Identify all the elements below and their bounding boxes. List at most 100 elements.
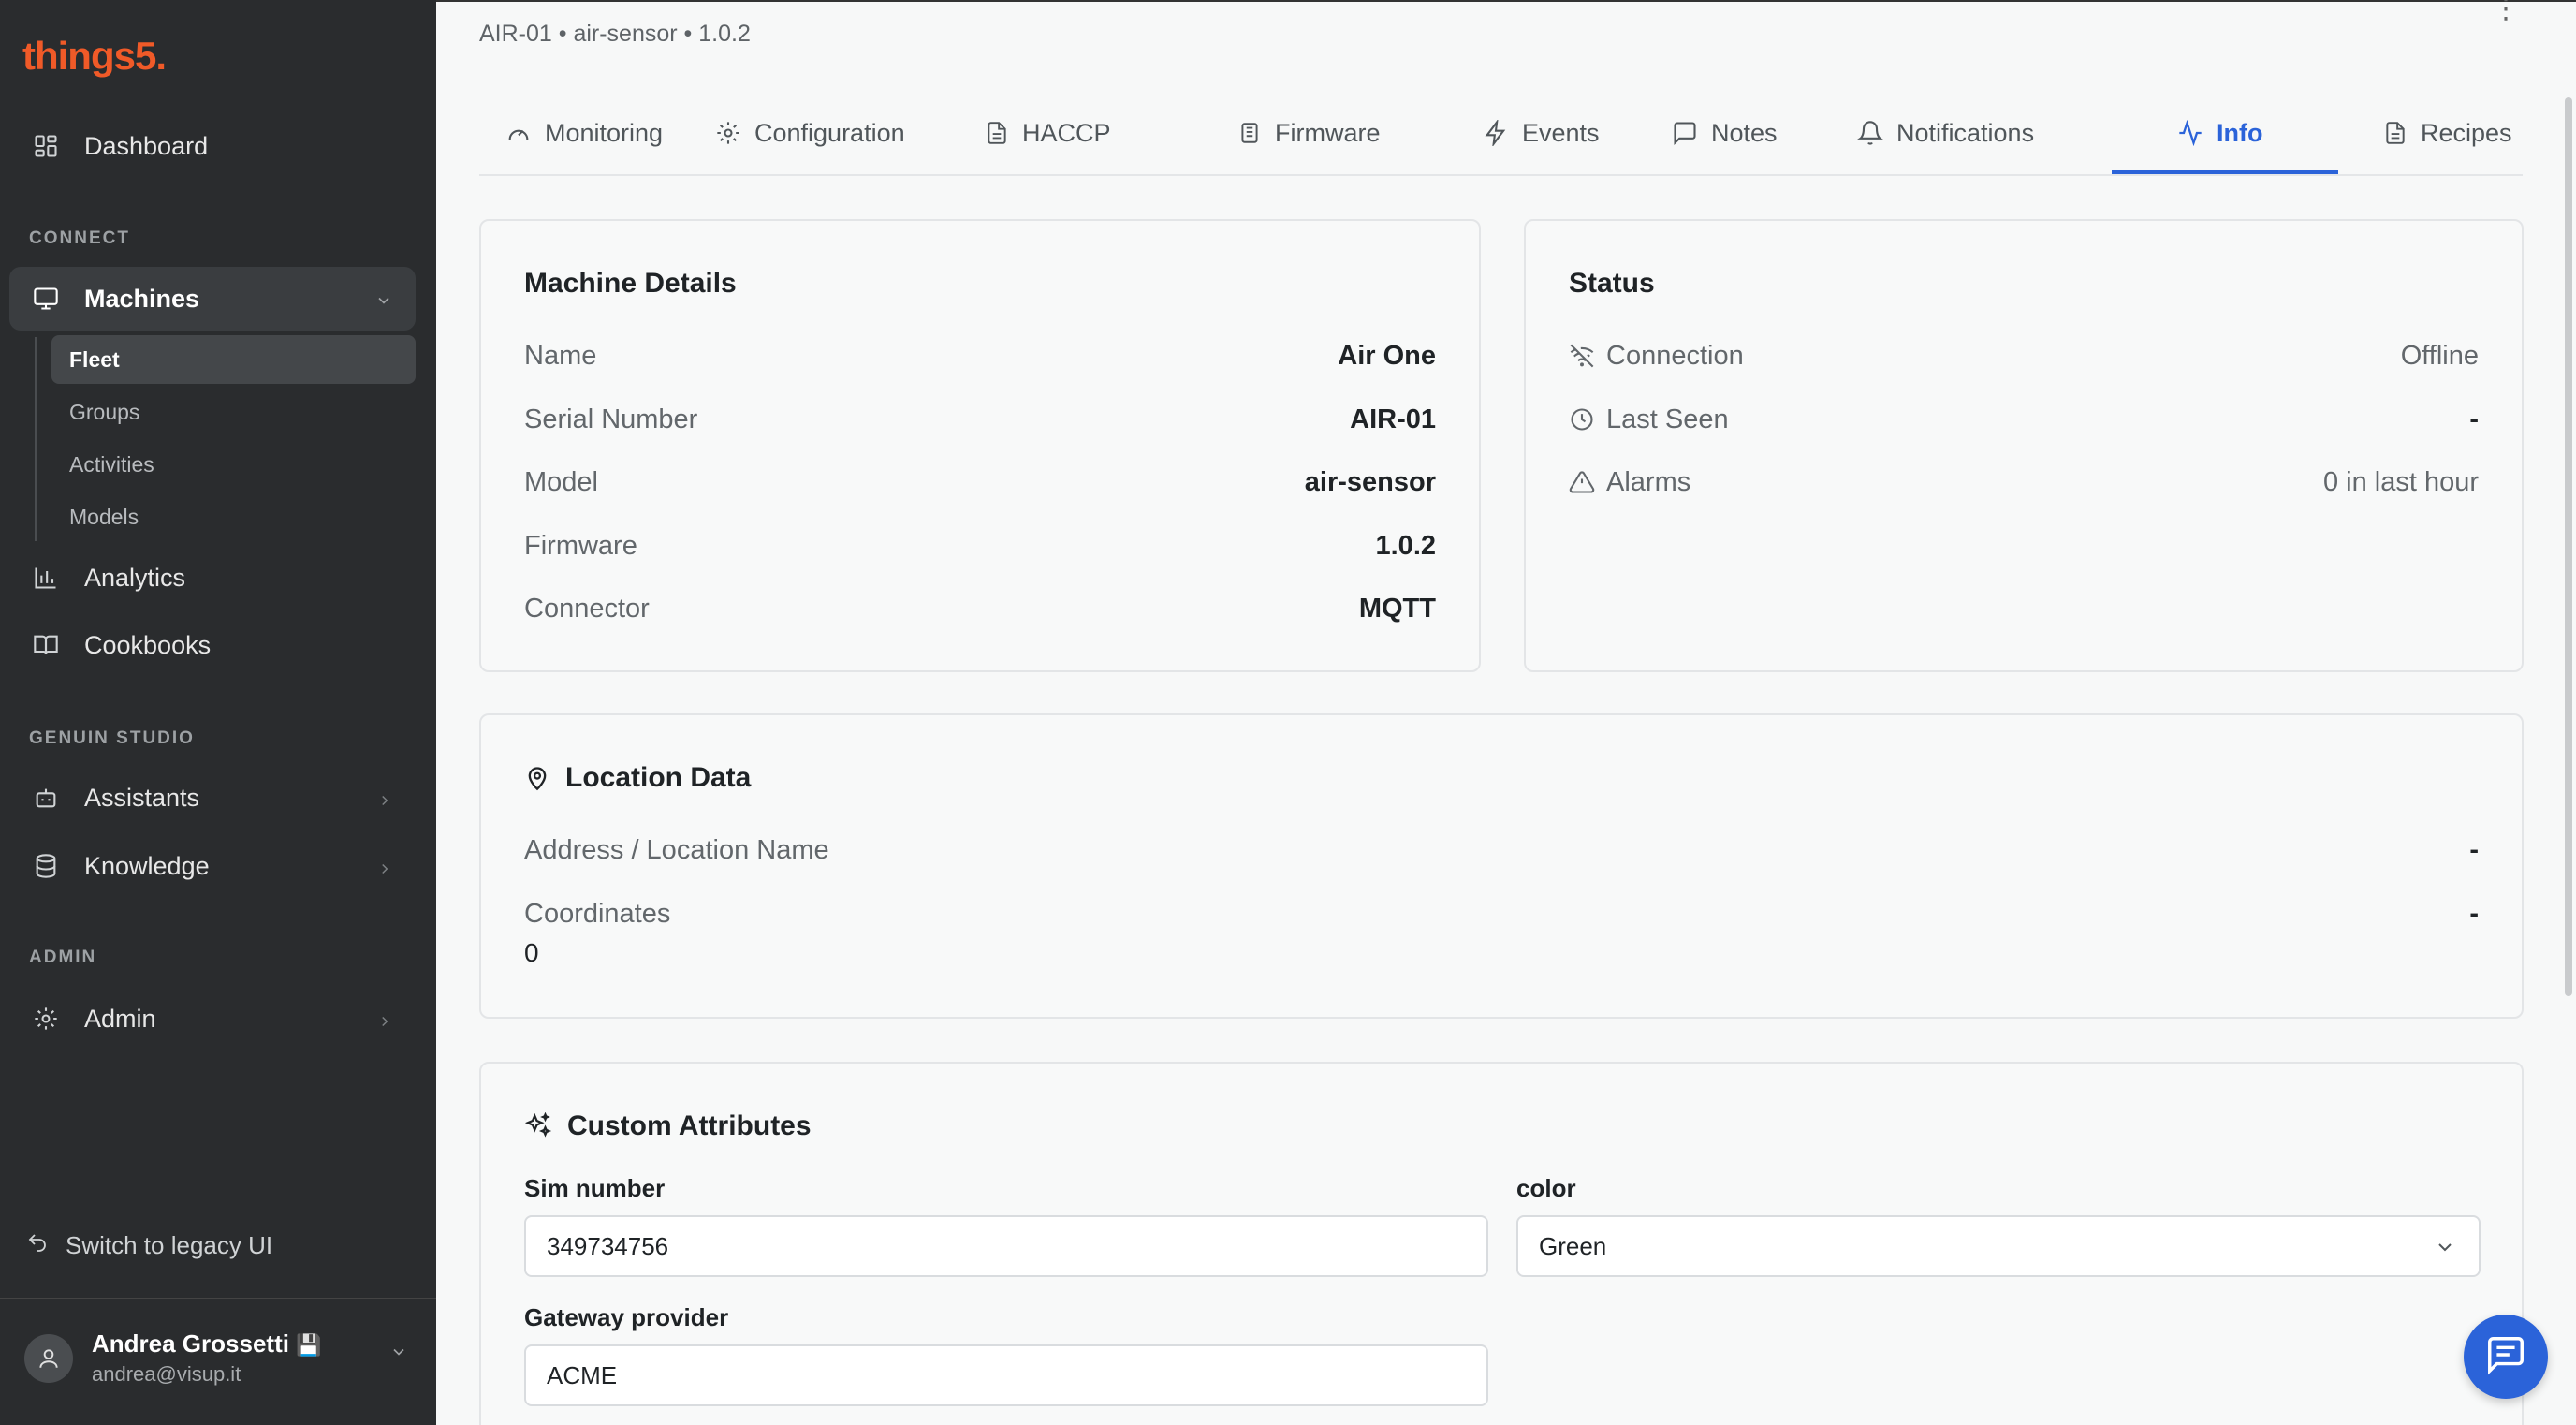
tab-recipes[interactable]: Recipes [2383, 114, 2512, 152]
detail-row-name: Name Air One [524, 340, 1436, 371]
sidebar-subitem-models[interactable]: Models [51, 492, 416, 541]
gateway-provider-label: Gateway provider [524, 1303, 729, 1331]
detail-row-connector: Connector MQTT [524, 593, 1436, 624]
section-label-admin: ADMIN [29, 948, 97, 967]
color-select-value: Green [1539, 1231, 1607, 1260]
tab-label: Events [1522, 118, 1600, 147]
sidebar-subitem-activities[interactable]: Activities [51, 440, 416, 489]
map-pin-icon [524, 765, 550, 791]
gateway-provider-input[interactable]: ACME [524, 1344, 1488, 1406]
bot-icon [30, 782, 62, 814]
sidebar-item-label: Cookbooks [84, 630, 212, 659]
user-email: andrea@visup.it [92, 1362, 242, 1386]
tab-label: Notes [1711, 118, 1778, 147]
monitor-icon [30, 283, 62, 315]
undo-icon [26, 1231, 49, 1260]
card-title: Location Data [524, 762, 751, 794]
sidebar-item-label: Analytics [84, 563, 186, 592]
tab-label: Recipes [2421, 118, 2512, 147]
detail-row-serial: Serial Number AIR-01 [524, 404, 1436, 434]
status-row-connection: Connection Offline [1569, 337, 2479, 375]
bar-chart-icon [30, 562, 62, 594]
chevron-down-icon [2434, 1236, 2456, 1265]
activity-icon [2177, 120, 2203, 146]
tab-configuration[interactable]: Configuration [715, 114, 905, 152]
scrollbar[interactable] [2565, 97, 2572, 996]
gear-icon [30, 1003, 62, 1035]
status-card: Status Connection Offline Last Seen - Al… [1524, 219, 2524, 672]
tab-label: Firmware [1275, 118, 1381, 147]
alert-triangle-icon [1569, 469, 1595, 495]
user-badge: 💾 [296, 1333, 322, 1357]
sidebar: things5. Dashboard CONNECT Machines Flee… [0, 0, 436, 1425]
sidebar-item-knowledge[interactable]: Knowledge [9, 834, 416, 898]
tab-notes[interactable]: Notes [1672, 114, 1778, 152]
legacy-label: Switch to legacy UI [66, 1231, 273, 1259]
sidebar-subitem-fleet[interactable]: Fleet [51, 335, 416, 384]
user-name: Andrea Grossetti 💾 [92, 1330, 322, 1358]
message-square-icon [1672, 120, 1698, 146]
sidebar-item-label: Machines [84, 284, 200, 313]
more-options-icon[interactable]: ⋮ [2492, 0, 2520, 25]
clock-icon [1569, 406, 1595, 433]
bell-icon [1857, 120, 1883, 146]
chevron-right-icon [376, 786, 393, 815]
status-row-last-seen: Last Seen - [1569, 401, 2479, 438]
active-tab-indicator [2112, 170, 2338, 174]
sparkles-icon [524, 1112, 552, 1140]
sidebar-subitem-groups[interactable]: Groups [51, 388, 416, 436]
card-title: Custom Attributes [524, 1110, 812, 1142]
color-select[interactable]: Green [1516, 1215, 2481, 1277]
tab-firmware[interactable]: Firmware [1237, 114, 1381, 152]
card-title: Status [1569, 268, 1655, 299]
book-icon [30, 629, 62, 661]
sidebar-item-machines[interactable]: Machines [9, 267, 416, 331]
zap-icon [1483, 120, 1509, 146]
sidebar-item-label: Knowledge [84, 851, 210, 880]
chat-icon [2484, 1333, 2527, 1381]
gear-icon [715, 120, 741, 146]
file-text-icon [985, 120, 1009, 146]
sim-number-input[interactable]: 349734756 [524, 1215, 1488, 1277]
user-menu[interactable]: Andrea Grossetti 💾 andrea@visup.it [24, 1330, 408, 1387]
tab-notifications[interactable]: Notifications [1857, 114, 2034, 152]
database-icon [30, 850, 62, 882]
coordinates-extra: 0 [524, 938, 539, 967]
detail-row-model: Model air-sensor [524, 466, 1436, 497]
sidebar-item-analytics[interactable]: Analytics [9, 546, 416, 610]
sidebar-item-assistants[interactable]: Assistants [9, 766, 416, 830]
color-label: color [1516, 1174, 1576, 1202]
sidebar-item-label: Dashboard [84, 131, 209, 160]
switch-legacy-ui-link[interactable]: Switch to legacy UI [26, 1231, 272, 1260]
sim-number-label: Sim number [524, 1174, 666, 1202]
wifi-off-icon [1569, 343, 1595, 369]
sidebar-item-admin[interactable]: Admin [9, 987, 416, 1050]
sidebar-item-label: Assistants [84, 783, 200, 812]
detail-row-firmware: Firmware 1.0.2 [524, 530, 1436, 561]
chevron-down-icon [389, 1343, 408, 1366]
tab-haccp[interactable]: HACCP [985, 114, 1111, 152]
sidebar-divider [0, 1298, 436, 1299]
avatar [24, 1333, 73, 1383]
top-border [436, 0, 2576, 2]
chevron-down-icon [374, 287, 393, 316]
submenu-rail [35, 337, 37, 541]
logo[interactable]: things5. [22, 34, 167, 79]
tab-monitoring[interactable]: Monitoring [505, 114, 663, 152]
gauge-icon [505, 120, 532, 146]
section-label-genuin-studio: GENUIN STUDIO [29, 728, 195, 748]
tab-info[interactable]: Info [2177, 114, 2262, 152]
tab-events[interactable]: Events [1483, 114, 1600, 152]
location-row-coordinates: Coordinates - [524, 898, 2479, 929]
tab-bar: Monitoring Configuration HACCP Firmware … [479, 101, 2523, 176]
main-content: AIR-01 • air-sensor • 1.0.2 ⋮ Monitoring… [436, 0, 2576, 1425]
section-label-connect: CONNECT [29, 228, 130, 248]
tab-label: Notifications [1896, 118, 2035, 147]
breadcrumb: AIR-01 • air-sensor • 1.0.2 [479, 21, 751, 47]
location-card: Location Data Address / Location Name - C… [479, 713, 2524, 1019]
chat-button[interactable] [2464, 1315, 2548, 1399]
sidebar-item-cookbooks[interactable]: Cookbooks [9, 613, 416, 677]
sidebar-item-dashboard[interactable]: Dashboard [9, 114, 416, 178]
sidebar-item-label: Admin [84, 1004, 156, 1033]
location-row-address: Address / Location Name - [524, 834, 2479, 865]
